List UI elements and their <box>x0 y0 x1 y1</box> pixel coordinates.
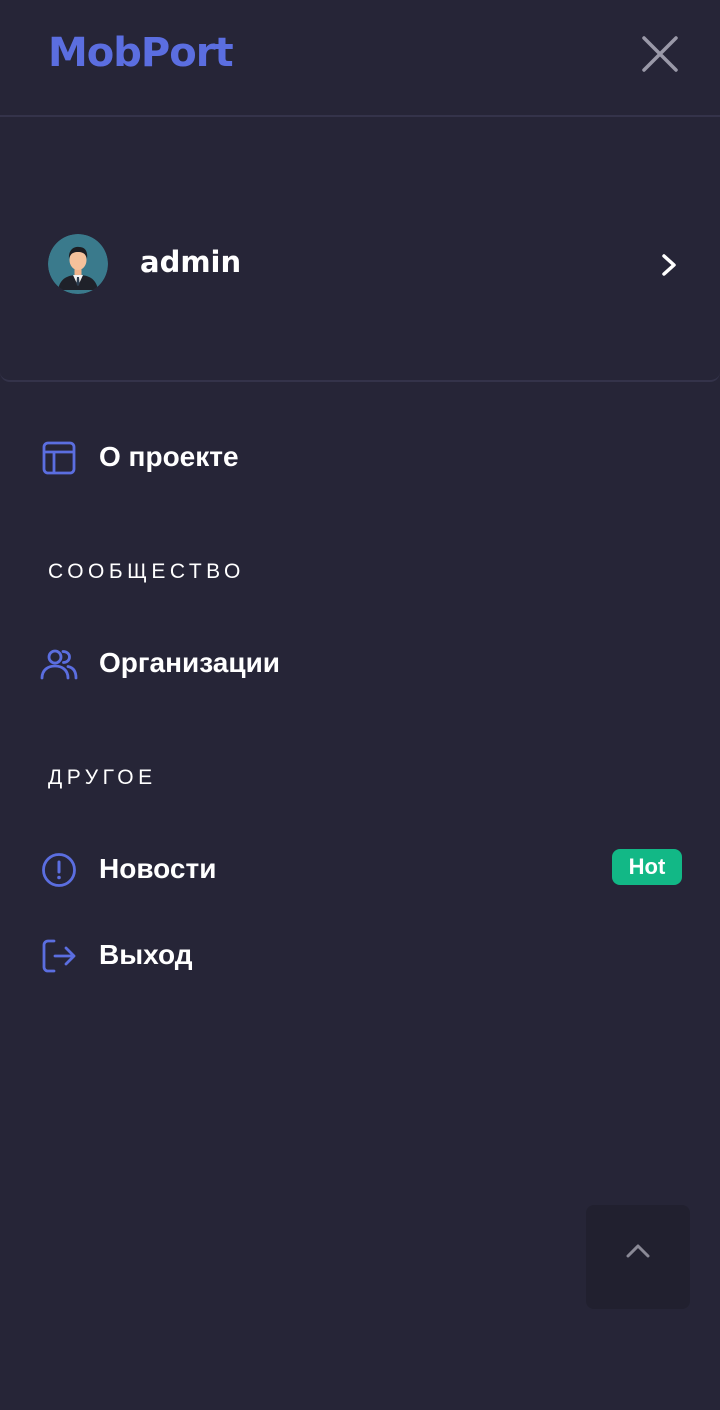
section-title-other: ДРУГОЕ <box>48 766 157 789</box>
drawer-header: MobPort <box>0 0 720 117</box>
menu-item-label: Организации <box>99 647 281 678</box>
alert-circle-icon <box>42 853 76 887</box>
chevron-right-icon <box>662 254 676 276</box>
close-icon <box>642 36 678 72</box>
menu-item-label: Выход <box>99 939 193 970</box>
scroll-to-top-button[interactable] <box>586 1205 690 1309</box>
user-profile-card[interactable]: admin <box>0 117 720 382</box>
logout-icon <box>42 939 76 973</box>
close-button[interactable] <box>636 32 684 76</box>
app-logo[interactable]: MobPort <box>48 30 234 76</box>
avatar <box>48 234 108 294</box>
menu-item-news[interactable]: Новости Hot <box>0 839 720 899</box>
menu-item-label: Новости <box>99 853 217 884</box>
section-title-community: СООБЩЕСТВО <box>48 560 245 583</box>
menu-item-organizations[interactable]: Организации <box>0 633 720 693</box>
menu-item-label: О проекте <box>99 441 239 472</box>
menu-item-about[interactable]: О проекте <box>0 427 720 487</box>
chevron-up-icon <box>626 1244 650 1258</box>
users-icon <box>40 649 78 680</box>
user-name: admin <box>140 245 242 279</box>
hot-badge: Hot <box>612 849 682 885</box>
menu-item-logout[interactable]: Выход <box>0 925 720 985</box>
mobile-menu-drawer: MobPort admin О проекте СООБЩЕСТВО Орган… <box>0 0 720 1410</box>
layout-icon <box>42 441 76 475</box>
